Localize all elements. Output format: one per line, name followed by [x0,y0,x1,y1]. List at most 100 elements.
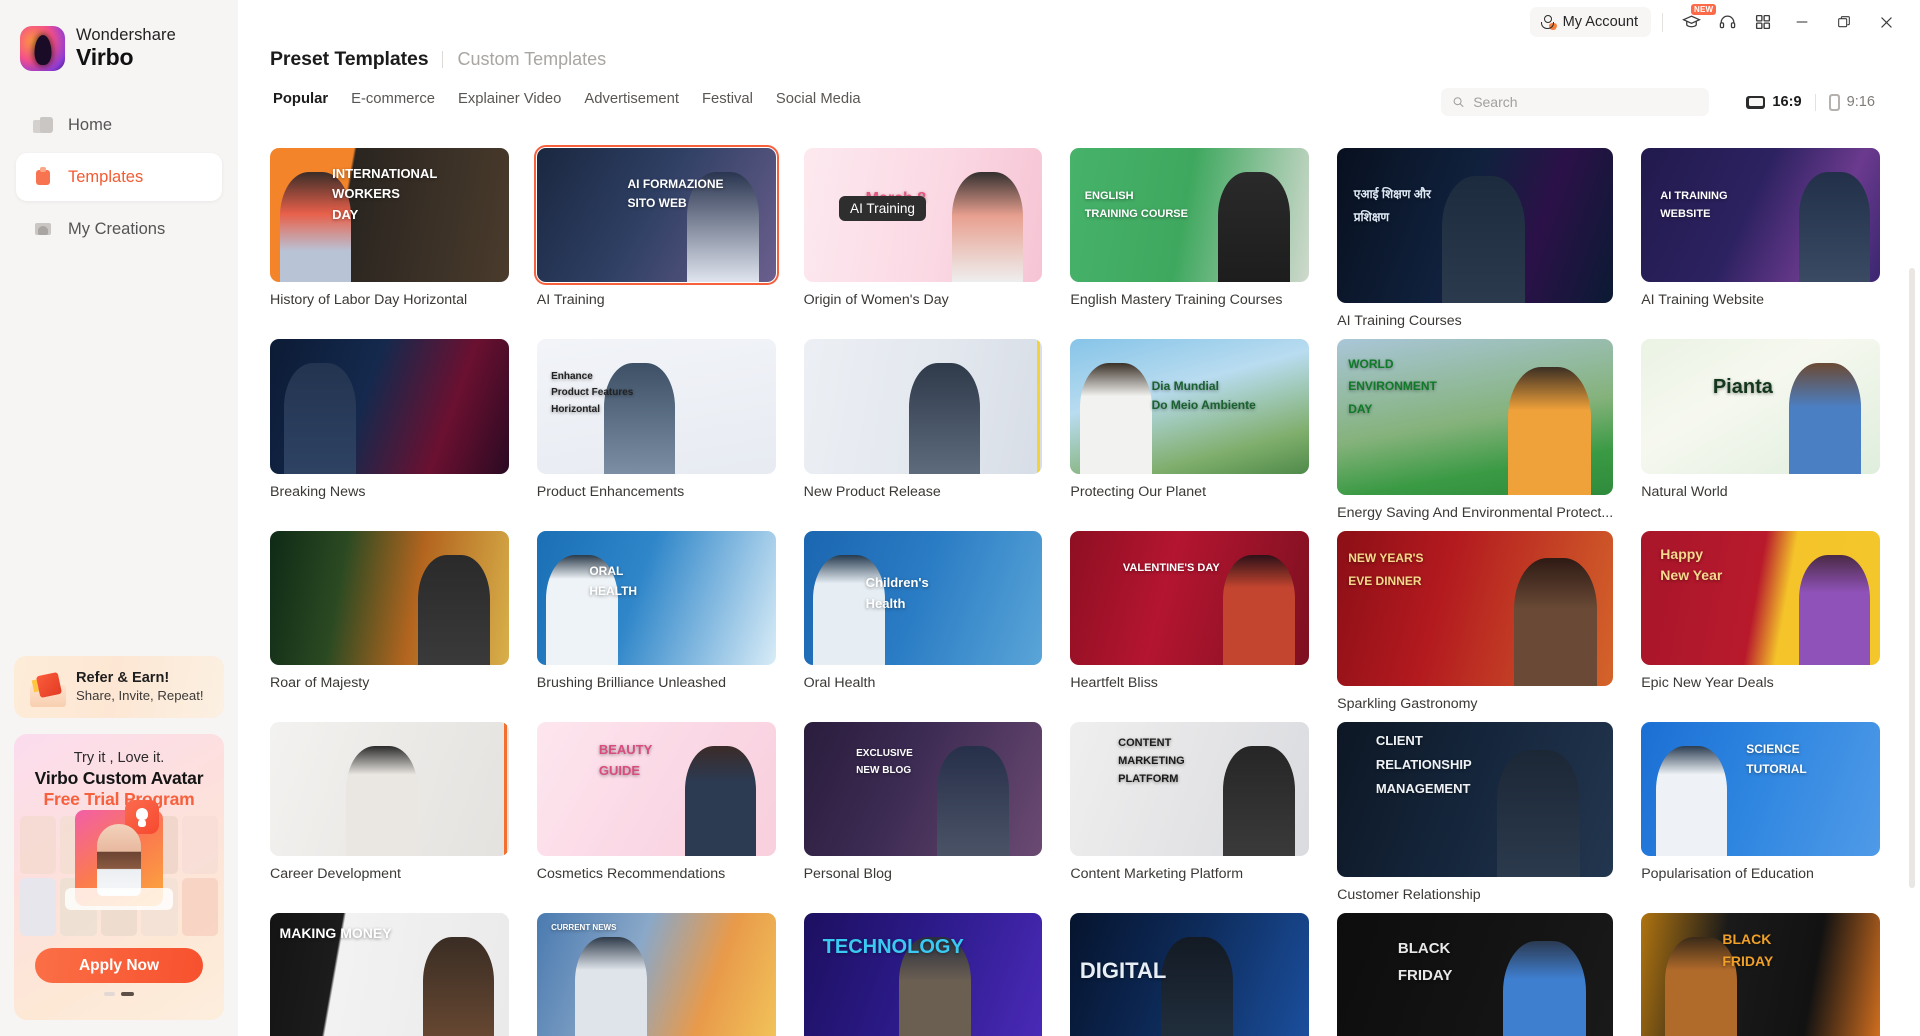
template-card[interactable]: CURRENT NEWS [536,913,776,1036]
template-card[interactable]: Breaking News [270,339,509,520]
template-thumbnail[interactable]: AI FORMAZIONE SITO WEB [533,144,780,286]
apply-now-button[interactable]: Apply Now [35,948,203,983]
template-thumbnail[interactable]: BEAUTY GUIDE [536,721,776,857]
template-thumbnail[interactable]: Pianta [1641,339,1880,474]
template-card[interactable]: New Product Release [803,339,1043,520]
template-thumbnail[interactable]: EXCLUSIVE NEW BLOG [803,721,1043,857]
carousel-dot-2[interactable] [121,992,134,996]
template-card[interactable]: EXCLUSIVE NEW BLOG Personal Blog [803,721,1043,903]
template-card[interactable]: DIGITAL [1070,913,1310,1036]
template-thumbnail[interactable]: CONTENT MARKETING PLATFORM [1070,721,1310,857]
category-social-media[interactable]: Social Media [776,91,884,107]
avatar-presenter [951,172,1024,283]
template-card[interactable]: BLACK FRIDAY [1337,913,1614,1036]
template-card[interactable]: VALENTINE'S DAY Heartfelt Bliss [1070,530,1310,712]
template-thumbnail[interactable]: Children's Health [803,530,1043,665]
thumbnail-overlay-text: RELATIONSHIP [1375,756,1472,772]
template-thumbnail[interactable]: Dia Mundial Do Meio Ambiente [1070,339,1310,474]
template-card[interactable]: CLIENT RELATIONSHIP MANAGEMENT Customer Rel… [1337,721,1614,903]
template-thumbnail[interactable]: BLACK FRIDAY [1641,913,1880,1036]
templates-scroll-area[interactable]: INTERNATIONAL WORKERS DAY History of Labor … [238,128,1920,1036]
template-label: Brushing Brilliance Unleashed [536,674,727,691]
template-card[interactable]: AI TRAINING WEBSITE AI Training Website [1641,148,1880,329]
promo-carousel-dots[interactable] [24,992,214,996]
template-card[interactable]: Happy New Year Epic New Year Deals [1641,530,1880,712]
sidebar-item-my-creations[interactable]: My Creations [16,205,222,253]
template-card[interactable]: MAKING MONEY [270,913,509,1036]
template-thumbnail[interactable]: एआई शिक्षण और प्रशिक्षण [1337,148,1614,304]
template-card[interactable]: INTERNATIONAL WORKERS DAY History of Labor … [270,148,509,329]
template-card[interactable]: BLACK FRIDAY [1641,913,1880,1036]
ratio-9-16-button[interactable]: 9:16 [1816,93,1888,111]
template-thumbnail[interactable]: TECHNOLOGY [803,913,1043,1036]
template-thumbnail[interactable]: CURRENT NEWS [536,913,776,1036]
minimize-button[interactable] [1782,5,1822,39]
template-card[interactable]: ORAL HEALTH Brushing Brilliance Unleashed [536,530,776,712]
template-card[interactable]: Children's Health Oral Health [803,530,1043,712]
support-button[interactable] [1710,7,1744,37]
template-label: Roar of Majesty [270,674,370,691]
category-e-commerce[interactable]: E-commerce [351,91,458,107]
search-box[interactable] [1441,88,1710,116]
thumbnail-overlay-text: Horizontal [551,404,600,416]
template-thumbnail[interactable]: MAKING MONEY [270,913,509,1036]
template-thumbnail[interactable]: VALENTINE'S DAY [1070,530,1310,665]
template-label: AI Training [536,292,605,309]
template-card[interactable]: ENGLISH TRAINING COURSE English Mastery Tr… [1070,148,1310,329]
close-button[interactable] [1866,5,1906,39]
thumbnail-overlay-text: NEW YEAR'S [1348,551,1424,566]
category-explainer-video[interactable]: Explainer Video [458,91,584,107]
refer-and-earn-banner[interactable]: Refer & Earn! Share, Invite, Repeat! [14,656,224,718]
thumbnail-overlay-text: SITO WEB [627,195,687,210]
maximize-button[interactable] [1824,5,1864,39]
template-thumbnail[interactable]: Happy New Year [1641,530,1880,665]
search-input[interactable] [1473,94,1699,110]
tutorials-button[interactable]: NEW [1674,4,1717,37]
template-thumbnail[interactable]: SCIENCE TUTORIAL [1641,721,1880,857]
template-thumbnail[interactable]: NEW YEAR'S EVE DINNER [1337,530,1614,686]
template-card[interactable]: BEAUTY GUIDE Cosmetics Recommendations [536,721,776,903]
template-thumbnail[interactable]: DIGITAL [1070,913,1310,1036]
ratio-16-9-button[interactable]: 16:9 [1733,94,1814,110]
apps-button[interactable] [1746,7,1780,37]
template-card[interactable]: CONTENT MARKETING PLATFORM Content Marketin… [1070,721,1310,903]
my-account-button[interactable]: My Account [1529,7,1651,37]
tab-preset-templates[interactable]: Preset Templates [270,48,429,71]
account-icon [1540,14,1557,30]
template-card[interactable]: WORLD ENVIRONMENT DAY Energy Saving And Env… [1337,339,1614,521]
template-thumbnail[interactable] [270,530,509,665]
template-card[interactable]: AI FORMAZIONE SITO WEB AI Training [533,144,780,329]
thumbnail-overlay-text: PLATFORM [1118,773,1179,786]
category-advertisement[interactable]: Advertisement [584,91,702,107]
template-thumbnail[interactable]: ENGLISH TRAINING COURSE [1070,148,1310,283]
template-thumbnail[interactable]: INTERNATIONAL WORKERS DAY [270,148,509,283]
template-thumbnail[interactable]: CLIENT RELATIONSHIP MANAGEMENT [1337,721,1614,878]
category-festival[interactable]: Festival [702,91,776,107]
template-thumbnail[interactable]: Enhance Product Features Horizontal [536,339,776,474]
tab-custom-templates[interactable]: Custom Templates [457,49,606,70]
template-card[interactable]: Dia Mundial Do Meio Ambiente Protecting Ou… [1070,339,1310,520]
template-card[interactable]: Pianta Natural World [1641,339,1880,520]
category-popular[interactable]: Popular [273,91,351,107]
carousel-dot-1[interactable] [104,992,115,996]
vertical-scrollbar[interactable] [1909,268,1915,888]
template-card[interactable]: एआई शिक्षण और प्रशिक्षण AI Training Course… [1337,148,1614,329]
header-right-tools: 16:9 9:16 [1441,88,1888,116]
template-card[interactable]: NEW YEAR'S EVE DINNER Sparkling Gastronomy [1337,530,1614,712]
template-thumbnail[interactable]: ORAL HEALTH [536,530,776,665]
template-thumbnail[interactable]: BLACK FRIDAY [1337,913,1614,1036]
template-thumbnail[interactable] [270,339,509,474]
template-thumbnail[interactable]: WORLD ENVIRONMENT DAY [1337,339,1614,495]
template-card[interactable]: Career Development [270,721,509,903]
sidebar-item-home[interactable]: Home [16,101,222,149]
template-card[interactable]: March 8Origin of Women's Day [803,148,1043,329]
custom-avatar-promo[interactable]: Try it , Love it. Virbo Custom Avatar Fr… [14,734,224,1020]
template-card[interactable]: Enhance Product Features Horizontal Product… [536,339,776,520]
template-card[interactable]: Roar of Majesty [270,530,509,712]
template-card[interactable]: TECHNOLOGY [803,913,1043,1036]
template-card[interactable]: SCIENCE TUTORIAL Popularisation of Educati… [1641,721,1880,903]
template-thumbnail[interactable] [803,339,1043,474]
template-thumbnail[interactable] [270,721,509,857]
sidebar-item-templates[interactable]: Templates [16,153,222,201]
template-thumbnail[interactable]: AI TRAINING WEBSITE [1641,148,1880,283]
